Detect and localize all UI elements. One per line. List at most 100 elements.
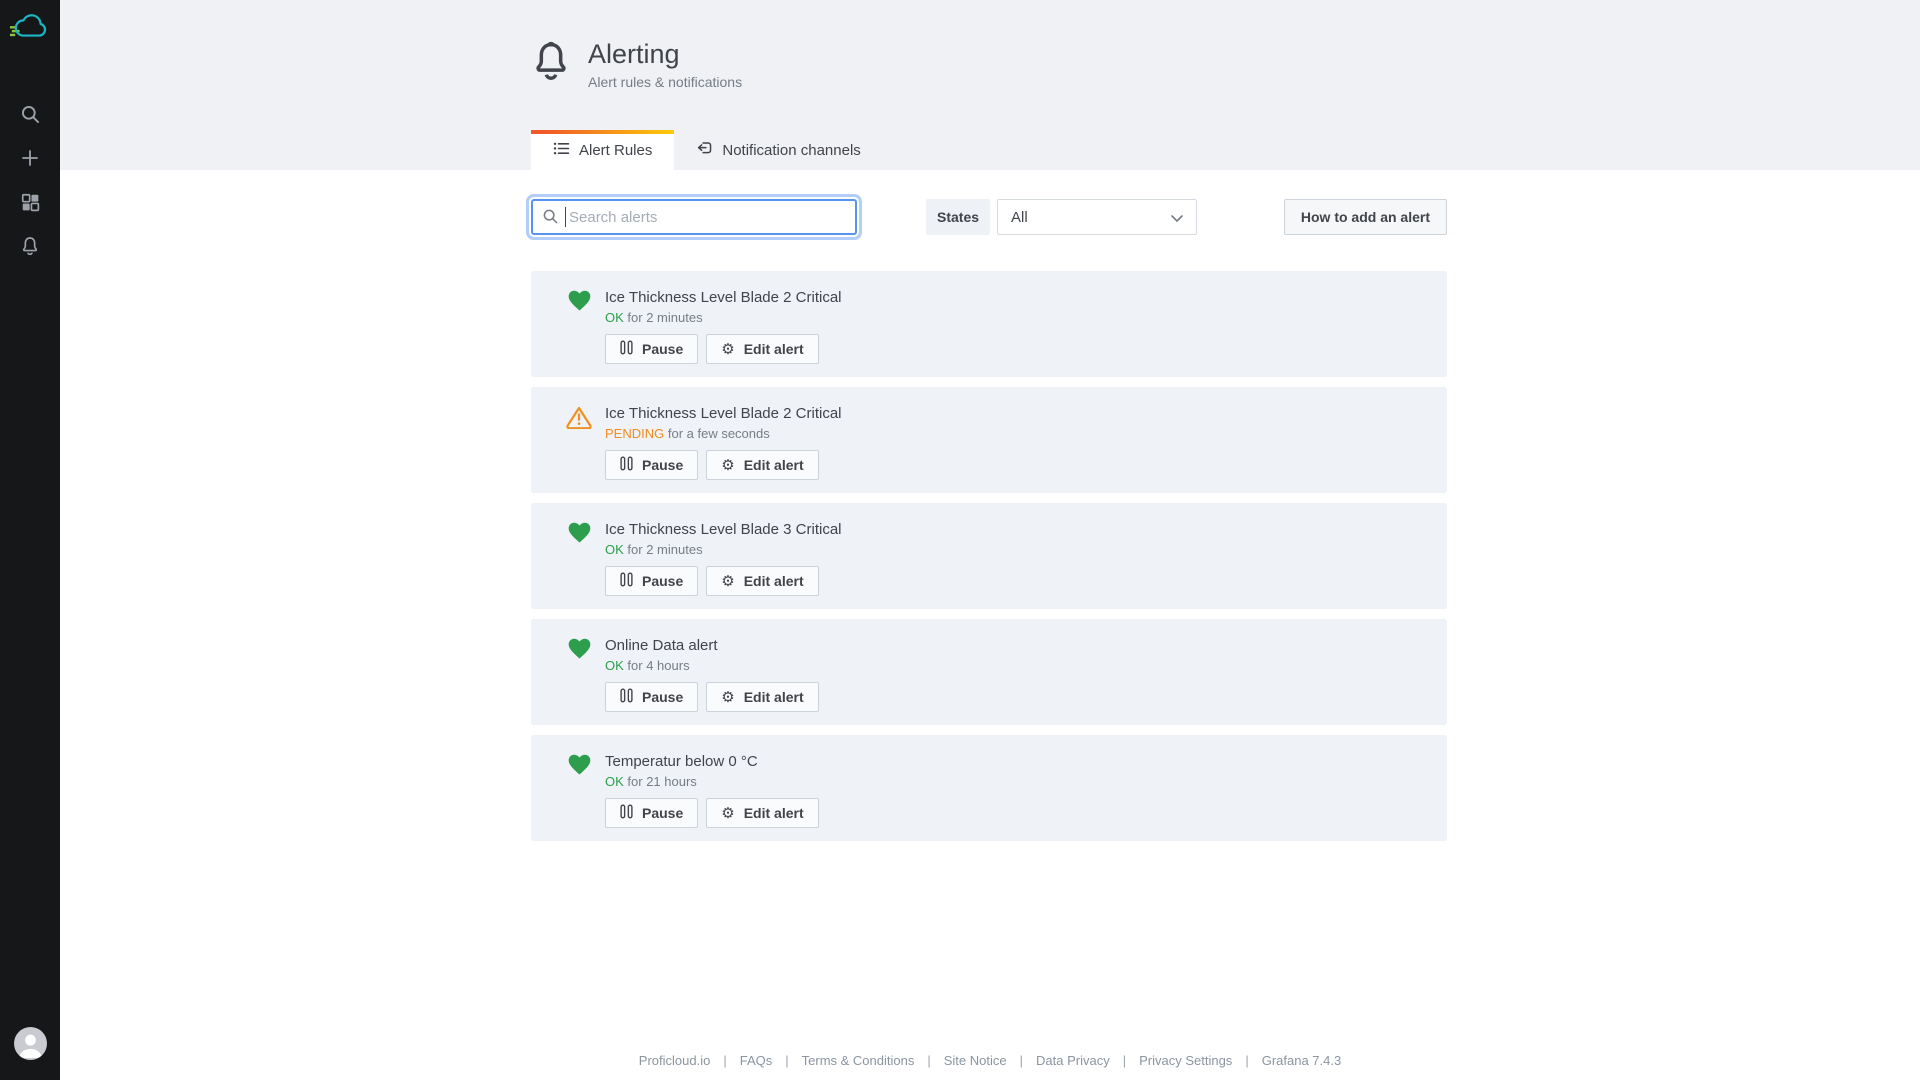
alert-state-label: PENDING [605, 426, 664, 441]
toolbar: States All How to add an alert [531, 199, 1447, 235]
list-icon [553, 141, 570, 160]
gear-icon: ⚙ [721, 574, 734, 589]
how-to-add-alert-button[interactable]: How to add an alert [1284, 199, 1447, 235]
alert-rule-name[interactable]: Online Data alert [605, 636, 718, 655]
alert-state-icon [566, 752, 592, 789]
alert-actions: Pause ⚙ Edit alert [605, 798, 1447, 828]
heart-ok-icon [567, 289, 592, 312]
alert-state-icon [566, 288, 592, 325]
page-title: Alerting [588, 38, 742, 70]
alert-state-icon [566, 404, 592, 441]
heart-ok-icon [567, 753, 592, 776]
edit-alert-button[interactable]: ⚙ Edit alert [706, 334, 818, 364]
states-dropdown-value: All [1011, 209, 1028, 226]
alert-state-label: OK [605, 310, 624, 325]
edit-alert-button[interactable]: ⚙ Edit alert [706, 682, 818, 712]
alert-rule-card: Online Data alert OK for 4 hours Pause ⚙ [531, 619, 1447, 725]
pause-icon [620, 456, 633, 474]
text-cursor [565, 207, 566, 227]
alert-status: OK for 2 minutes [605, 542, 842, 557]
user-avatar[interactable] [14, 1027, 47, 1060]
page-header: Alerting Alert rules & notifications [60, 0, 1920, 170]
alert-state-icon [566, 520, 592, 557]
pause-icon [620, 340, 633, 358]
footer-link[interactable]: FAQs [740, 1053, 773, 1068]
alert-state-label: OK [605, 542, 624, 557]
footer-separator: | [1123, 1053, 1126, 1068]
heart-ok-icon [567, 521, 592, 544]
bell-icon [531, 38, 571, 89]
alerting-menu-button[interactable] [0, 224, 60, 268]
alert-rule-card: Temperatur below 0 °C OK for 21 hours Pa… [531, 735, 1447, 841]
pause-button[interactable]: Pause [605, 450, 698, 480]
alert-status: OK for 2 minutes [605, 310, 842, 325]
alert-state-label: OK [605, 658, 624, 673]
footer-link[interactable]: Data Privacy [1036, 1053, 1110, 1068]
proficloud-logo[interactable] [0, 0, 60, 58]
alert-status: OK for 4 hours [605, 658, 718, 673]
sidebar [0, 0, 60, 1080]
dashboards-menu-button[interactable] [0, 180, 60, 224]
app-root: Alerting Alert rules & notifications [0, 0, 1920, 1080]
edit-alert-button[interactable]: ⚙ Edit alert [706, 450, 818, 480]
footer-separator: | [785, 1053, 788, 1068]
footer-separator: | [927, 1053, 930, 1068]
alert-rule-list: Ice Thickness Level Blade 2 Critical OK … [531, 271, 1447, 841]
search-icon [20, 104, 41, 125]
tab-alert-rules[interactable]: Alert Rules [531, 130, 674, 170]
alert-rule-card: Ice Thickness Level Blade 2 Critical OK … [531, 271, 1447, 377]
alert-actions: Pause ⚙ Edit alert [605, 450, 1447, 480]
create-menu-button[interactable] [0, 136, 60, 180]
alert-state-duration: for 2 minutes [627, 542, 702, 557]
heart-ok-icon [567, 637, 592, 660]
pause-button[interactable]: Pause [605, 798, 698, 828]
search-input[interactable] [531, 199, 857, 235]
alert-actions: Pause ⚙ Edit alert [605, 566, 1447, 596]
edit-alert-button[interactable]: ⚙ Edit alert [706, 566, 818, 596]
warning-triangle-icon [566, 405, 592, 429]
tab-notification-channels[interactable]: Notification channels [674, 130, 882, 170]
alerting-bell-icon [20, 235, 40, 257]
states-filter-label: States [926, 199, 990, 235]
edit-alert-button[interactable]: ⚙ Edit alert [706, 798, 818, 828]
dashboards-grid-icon [20, 192, 41, 213]
footer-separator: | [1245, 1053, 1248, 1068]
tab-bar: Alert Rules Notification channels [531, 130, 883, 170]
alert-status: OK for 21 hours [605, 774, 758, 789]
alert-rule-name[interactable]: Temperatur below 0 °C [605, 752, 758, 771]
alert-state-duration: for 4 hours [627, 658, 689, 673]
user-menu [0, 1027, 60, 1060]
tab-label: Notification channels [722, 142, 860, 159]
footer-separator: | [1020, 1053, 1023, 1068]
main-area: Alerting Alert rules & notifications [60, 0, 1920, 1080]
footer-link[interactable]: Site Notice [944, 1053, 1007, 1068]
search-field-wrap [531, 199, 857, 235]
page-subtitle: Alert rules & notifications [588, 74, 742, 90]
search-menu-button[interactable] [0, 92, 60, 136]
pause-button[interactable]: Pause [605, 334, 698, 364]
alert-rule-name[interactable]: Ice Thickness Level Blade 2 Critical [605, 288, 842, 307]
footer-link[interactable]: Proficloud.io [639, 1053, 711, 1068]
footer-link[interactable]: Privacy Settings [1139, 1053, 1232, 1068]
footer-link[interactable]: Terms & Conditions [802, 1053, 915, 1068]
alert-rule-card: Ice Thickness Level Blade 3 Critical OK … [531, 503, 1447, 609]
footer: Proficloud.io | FAQs | Terms & Conditions | Si… [60, 1053, 1920, 1068]
gear-icon: ⚙ [721, 342, 734, 357]
footer-separator: | [723, 1053, 726, 1068]
cloud-logo-icon [9, 12, 51, 46]
alert-status: PENDING for a few seconds [605, 426, 842, 441]
notification-share-icon [696, 140, 713, 160]
pause-icon [620, 804, 633, 822]
alert-rule-name[interactable]: Ice Thickness Level Blade 3 Critical [605, 520, 842, 539]
pause-icon [620, 688, 633, 706]
alert-state-label: OK [605, 774, 624, 789]
alert-actions: Pause ⚙ Edit alert [605, 334, 1447, 364]
alert-actions: Pause ⚙ Edit alert [605, 682, 1447, 712]
alert-rule-card: Ice Thickness Level Blade 2 Critical PEN… [531, 387, 1447, 493]
pause-button[interactable]: Pause [605, 682, 698, 712]
alert-rule-name[interactable]: Ice Thickness Level Blade 2 Critical [605, 404, 842, 423]
states-dropdown[interactable]: All [997, 199, 1197, 235]
pause-button[interactable]: Pause [605, 566, 698, 596]
alert-state-duration: for a few seconds [668, 426, 770, 441]
active-tab-accent [531, 130, 674, 134]
